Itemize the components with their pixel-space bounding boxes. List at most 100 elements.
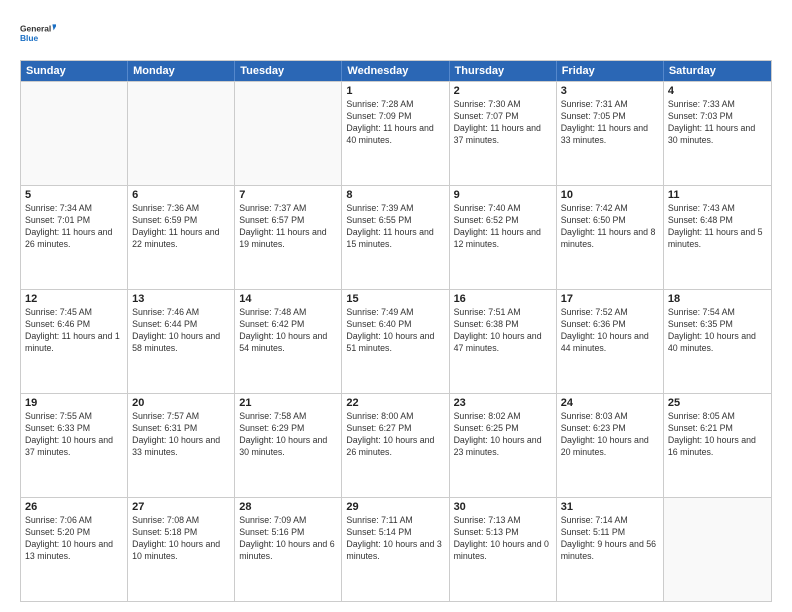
day-info: Sunrise: 8:02 AM Sunset: 6:25 PM Dayligh… xyxy=(454,411,552,459)
header-monday: Monday xyxy=(128,61,235,81)
day-info: Sunrise: 7:45 AM Sunset: 6:46 PM Dayligh… xyxy=(25,307,123,355)
day-6: 6Sunrise: 7:36 AM Sunset: 6:59 PM Daylig… xyxy=(128,186,235,289)
day-info: Sunrise: 7:49 AM Sunset: 6:40 PM Dayligh… xyxy=(346,307,444,355)
day-info: Sunrise: 7:46 AM Sunset: 6:44 PM Dayligh… xyxy=(132,307,230,355)
cal-row-4: 19Sunrise: 7:55 AM Sunset: 6:33 PM Dayli… xyxy=(21,393,771,497)
calendar-page: General Blue SundayMondayTuesdayWednesda… xyxy=(0,0,792,612)
day-31: 31Sunrise: 7:14 AM Sunset: 5:11 PM Dayli… xyxy=(557,498,664,601)
day-19: 19Sunrise: 7:55 AM Sunset: 6:33 PM Dayli… xyxy=(21,394,128,497)
day-number: 3 xyxy=(561,85,659,97)
day-number: 4 xyxy=(668,85,767,97)
day-number: 27 xyxy=(132,501,230,513)
svg-text:Blue: Blue xyxy=(20,33,39,43)
day-4: 4 Sunrise: 7:33 AM Sunset: 7:03 PM Daylig… xyxy=(664,82,771,185)
day-20: 20Sunrise: 7:57 AM Sunset: 6:31 PM Dayli… xyxy=(128,394,235,497)
day-number: 15 xyxy=(346,293,444,305)
day-info: Sunrise: 7:52 AM Sunset: 6:36 PM Dayligh… xyxy=(561,307,659,355)
day-info: Sunrise: 7:14 AM Sunset: 5:11 PM Dayligh… xyxy=(561,515,659,563)
header: General Blue xyxy=(20,16,772,52)
day-info: Sunrise: 7:58 AM Sunset: 6:29 PM Dayligh… xyxy=(239,411,337,459)
cal-row-5: 26 Sunrise: 7:06 AM Sunset: 5:20 PM Dayli… xyxy=(21,497,771,601)
day-info: Sunrise: 7:33 AM Sunset: 7:03 PM Dayligh… xyxy=(668,99,767,147)
day-30: 30Sunrise: 7:13 AM Sunset: 5:13 PM Dayli… xyxy=(450,498,557,601)
day-info: Sunrise: 8:00 AM Sunset: 6:27 PM Dayligh… xyxy=(346,411,444,459)
day-number: 20 xyxy=(132,397,230,409)
day-info: Sunrise: 7:30 AM Sunset: 7:07 PM Dayligh… xyxy=(454,99,552,147)
day-18: 18Sunrise: 7:54 AM Sunset: 6:35 PM Dayli… xyxy=(664,290,771,393)
day-23: 23 Sunrise: 8:02 AM Sunset: 6:25 PM Dayli… xyxy=(450,394,557,497)
day-5: 5 Sunrise: 7:34 AM Sunset: 7:01 PM Daylig… xyxy=(21,186,128,289)
header-saturday: Saturday xyxy=(664,61,771,81)
day-info: Sunrise: 7:13 AM Sunset: 5:13 PM Dayligh… xyxy=(454,515,552,563)
day-number: 29 xyxy=(346,501,444,513)
header-sunday: Sunday xyxy=(21,61,128,81)
logo-svg: General Blue xyxy=(20,16,56,52)
logo: General Blue xyxy=(20,16,56,52)
day-info: Sunrise: 7:40 AM Sunset: 6:52 PM Dayligh… xyxy=(454,203,552,251)
day-number: 23 xyxy=(454,397,552,409)
svg-text:General: General xyxy=(20,24,51,34)
day-26: 26 Sunrise: 7:06 AM Sunset: 5:20 PM Dayli… xyxy=(21,498,128,601)
calendar: SundayMondayTuesdayWednesdayThursdayFrid… xyxy=(20,60,772,602)
day-29: 29 Sunrise: 7:11 AM Sunset: 5:14 PM Dayli… xyxy=(342,498,449,601)
day-info: Sunrise: 8:05 AM Sunset: 6:21 PM Dayligh… xyxy=(668,411,767,459)
day-info: Sunrise: 7:43 AM Sunset: 6:48 PM Dayligh… xyxy=(668,203,767,251)
day-15: 15 Sunrise: 7:49 AM Sunset: 6:40 PM Dayli… xyxy=(342,290,449,393)
day-1: 1 Sunrise: 7:28 AM Sunset: 7:09 PM Daylig… xyxy=(342,82,449,185)
day-8: 8 Sunrise: 7:39 AM Sunset: 6:55 PM Daylig… xyxy=(342,186,449,289)
day-info: Sunrise: 7:11 AM Sunset: 5:14 PM Dayligh… xyxy=(346,515,444,563)
empty-cell-0-1 xyxy=(128,82,235,185)
day-17: 17 Sunrise: 7:52 AM Sunset: 6:36 PM Dayli… xyxy=(557,290,664,393)
day-number: 14 xyxy=(239,293,337,305)
header-tuesday: Tuesday xyxy=(235,61,342,81)
header-wednesday: Wednesday xyxy=(342,61,449,81)
day-info: Sunrise: 7:31 AM Sunset: 7:05 PM Dayligh… xyxy=(561,99,659,147)
day-2: 2 Sunrise: 7:30 AM Sunset: 7:07 PM Daylig… xyxy=(450,82,557,185)
day-info: Sunrise: 7:37 AM Sunset: 6:57 PM Dayligh… xyxy=(239,203,337,251)
day-info: Sunrise: 7:09 AM Sunset: 5:16 PM Dayligh… xyxy=(239,515,337,563)
calendar-header: SundayMondayTuesdayWednesdayThursdayFrid… xyxy=(21,61,771,81)
day-number: 5 xyxy=(25,189,123,201)
day-info: Sunrise: 8:03 AM Sunset: 6:23 PM Dayligh… xyxy=(561,411,659,459)
day-info: Sunrise: 7:34 AM Sunset: 7:01 PM Dayligh… xyxy=(25,203,123,251)
day-number: 8 xyxy=(346,189,444,201)
day-info: Sunrise: 7:55 AM Sunset: 6:33 PM Dayligh… xyxy=(25,411,123,459)
day-number: 13 xyxy=(132,293,230,305)
day-number: 7 xyxy=(239,189,337,201)
day-21: 21 Sunrise: 7:58 AM Sunset: 6:29 PM Dayli… xyxy=(235,394,342,497)
day-info: Sunrise: 7:51 AM Sunset: 6:38 PM Dayligh… xyxy=(454,307,552,355)
day-13: 13 Sunrise: 7:46 AM Sunset: 6:44 PM Dayli… xyxy=(128,290,235,393)
header-thursday: Thursday xyxy=(450,61,557,81)
cal-row-1: 1 Sunrise: 7:28 AM Sunset: 7:09 PM Daylig… xyxy=(21,81,771,185)
day-number: 6 xyxy=(132,189,230,201)
calendar-body: 1 Sunrise: 7:28 AM Sunset: 7:09 PM Daylig… xyxy=(21,81,771,601)
empty-cell-0-2 xyxy=(235,82,342,185)
day-info: Sunrise: 7:39 AM Sunset: 6:55 PM Dayligh… xyxy=(346,203,444,251)
day-number: 12 xyxy=(25,293,123,305)
day-number: 22 xyxy=(346,397,444,409)
day-24: 24Sunrise: 8:03 AM Sunset: 6:23 PM Dayli… xyxy=(557,394,664,497)
day-info: Sunrise: 7:06 AM Sunset: 5:20 PM Dayligh… xyxy=(25,515,123,563)
header-friday: Friday xyxy=(557,61,664,81)
empty-cell-4-6 xyxy=(664,498,771,601)
day-number: 26 xyxy=(25,501,123,513)
day-number: 17 xyxy=(561,293,659,305)
day-number: 9 xyxy=(454,189,552,201)
day-info: Sunrise: 7:42 AM Sunset: 6:50 PM Dayligh… xyxy=(561,203,659,251)
day-number: 1 xyxy=(346,85,444,97)
day-number: 2 xyxy=(454,85,552,97)
empty-cell-0-0 xyxy=(21,82,128,185)
day-12: 12 Sunrise: 7:45 AM Sunset: 6:46 PM Dayli… xyxy=(21,290,128,393)
day-info: Sunrise: 7:54 AM Sunset: 6:35 PM Dayligh… xyxy=(668,307,767,355)
day-25: 25Sunrise: 8:05 AM Sunset: 6:21 PM Dayli… xyxy=(664,394,771,497)
day-27: 27Sunrise: 7:08 AM Sunset: 5:18 PM Dayli… xyxy=(128,498,235,601)
day-number: 28 xyxy=(239,501,337,513)
cal-row-2: 5 Sunrise: 7:34 AM Sunset: 7:01 PM Daylig… xyxy=(21,185,771,289)
day-number: 10 xyxy=(561,189,659,201)
day-info: Sunrise: 7:28 AM Sunset: 7:09 PM Dayligh… xyxy=(346,99,444,147)
day-number: 11 xyxy=(668,189,767,201)
day-9: 9 Sunrise: 7:40 AM Sunset: 6:52 PM Daylig… xyxy=(450,186,557,289)
day-10: 10 Sunrise: 7:42 AM Sunset: 6:50 PM Dayli… xyxy=(557,186,664,289)
day-number: 21 xyxy=(239,397,337,409)
day-7: 7 Sunrise: 7:37 AM Sunset: 6:57 PM Daylig… xyxy=(235,186,342,289)
